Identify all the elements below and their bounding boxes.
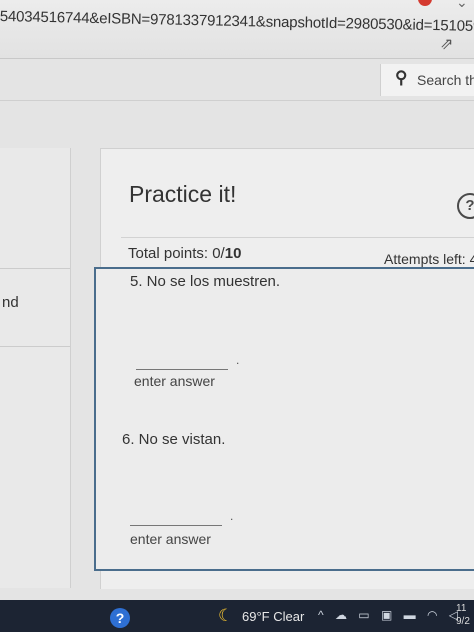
weather-text[interactable]: 69°F Clear [242,609,304,624]
question-prompt: 5. No se los muestren. [130,273,281,290]
answer-input[interactable] [130,525,222,526]
chevron-down-icon[interactable]: ⌄ [456,0,468,11]
answer-placeholder[interactable]: enter answer [130,531,211,547]
header-divider [0,100,474,101]
browser-top-strip: ⌄ [330,0,474,11]
browser-address-bar[interactable]: 54034516744&eISBN=9781337912341&snapshot… [0,0,474,59]
help-icon[interactable]: ? [457,193,474,219]
help-app-icon[interactable]: ? [110,608,130,628]
left-panel-divider [0,268,70,269]
answer-period: . [236,353,240,367]
notification-badge [418,0,432,6]
clock-date: 9/2 [456,616,470,627]
search-icon[interactable]: ⚲ [395,68,407,88]
answer-period: . [230,509,234,523]
answer-placeholder[interactable]: enter answer [134,373,215,389]
card-divider [121,237,474,238]
questions-box: 5. No se los muestren. . enter answer 6.… [94,267,474,571]
total-points-max: 10 [224,245,242,262]
total-points: Total points: 0/10 [128,245,241,262]
taskbar: ? ☾ 69°F Clear ^ ☁ ▭ ▣ ▬ ◠ ◁ 11 9/2 [0,600,474,632]
practice-title: Practice it! [129,181,237,207]
search-label: Search thi [417,72,474,88]
system-tray[interactable]: ^ ☁ ▭ ▣ ▬ ◠ ◁ [318,608,462,622]
left-panel-divider [0,346,70,347]
share-icon[interactable]: ⇗ [440,34,458,53]
url-text[interactable]: 54034516744&eISBN=9781337912341&snapshot… [0,8,474,35]
attempts-left: Attempts left: 4 [384,251,474,267]
clock[interactable]: 11 9/2 [456,602,470,628]
answer-input[interactable] [136,369,228,370]
moon-icon[interactable]: ☾ [218,606,233,626]
total-points-label: Total points: 0/ [128,245,225,262]
left-panel: nd [0,148,71,588]
question-prompt: 6. No se vistan. [122,431,226,448]
left-panel-text: nd [2,294,19,311]
clock-time: 11 [456,603,467,614]
search-box[interactable]: ⚲ Search thi [380,64,474,96]
